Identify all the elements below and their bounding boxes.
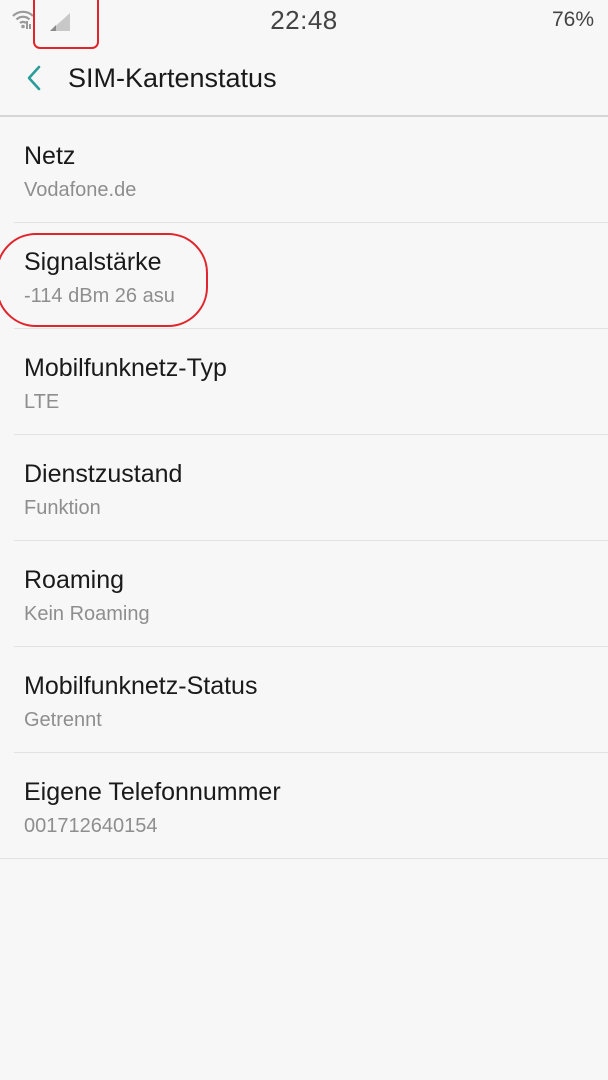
item-title: Mobilfunknetz-Status <box>24 672 258 700</box>
item-value: 001712640154 <box>24 815 158 837</box>
item-title: Mobilfunknetz-Typ <box>24 354 227 382</box>
item-title: Roaming <box>24 566 125 594</box>
app-bar: SIM-Kartenstatus <box>0 40 608 116</box>
item-value: Vodafone.de <box>24 179 137 201</box>
page-title: SIM-Kartenstatus <box>68 63 277 93</box>
chevron-left-icon <box>27 65 41 91</box>
status-time: 22:48 <box>270 5 338 35</box>
battery-percent: 76% <box>551 8 594 31</box>
item-title: Eigene Telefonnummer <box>24 778 281 806</box>
item-value: Getrennt <box>24 709 102 731</box>
annotation-highlight-oval <box>0 233 208 327</box>
item-value: LTE <box>24 391 60 413</box>
status-bar: 22:48 76% <box>0 0 608 49</box>
list-item-eigene-telefonnummer[interactable]: Eigene Telefonnummer 001712640154 <box>0 753 608 859</box>
screen: 22:48 76% SIM-Kartenstatus Netz Vodafone… <box>0 0 608 1080</box>
sim-status-list: Netz Vodafone.de Signalstärke -114 dBm 2… <box>0 117 608 859</box>
divider <box>0 858 608 859</box>
item-value: Funktion <box>24 497 101 519</box>
list-item-mobilfunknetz-status[interactable]: Mobilfunknetz-Status Getrennt <box>0 647 608 753</box>
back-button[interactable] <box>16 60 52 96</box>
list-item-dienstzustand[interactable]: Dienstzustand Funktion <box>0 435 608 541</box>
item-title: Dienstzustand <box>24 460 183 488</box>
item-title: Netz <box>24 142 76 170</box>
list-item-mobilfunknetz-typ[interactable]: Mobilfunknetz-Typ LTE <box>0 329 608 435</box>
list-item-roaming[interactable]: Roaming Kein Roaming <box>0 541 608 647</box>
item-value: Kein Roaming <box>24 603 150 625</box>
list-item-netz[interactable]: Netz Vodafone.de <box>0 117 608 223</box>
